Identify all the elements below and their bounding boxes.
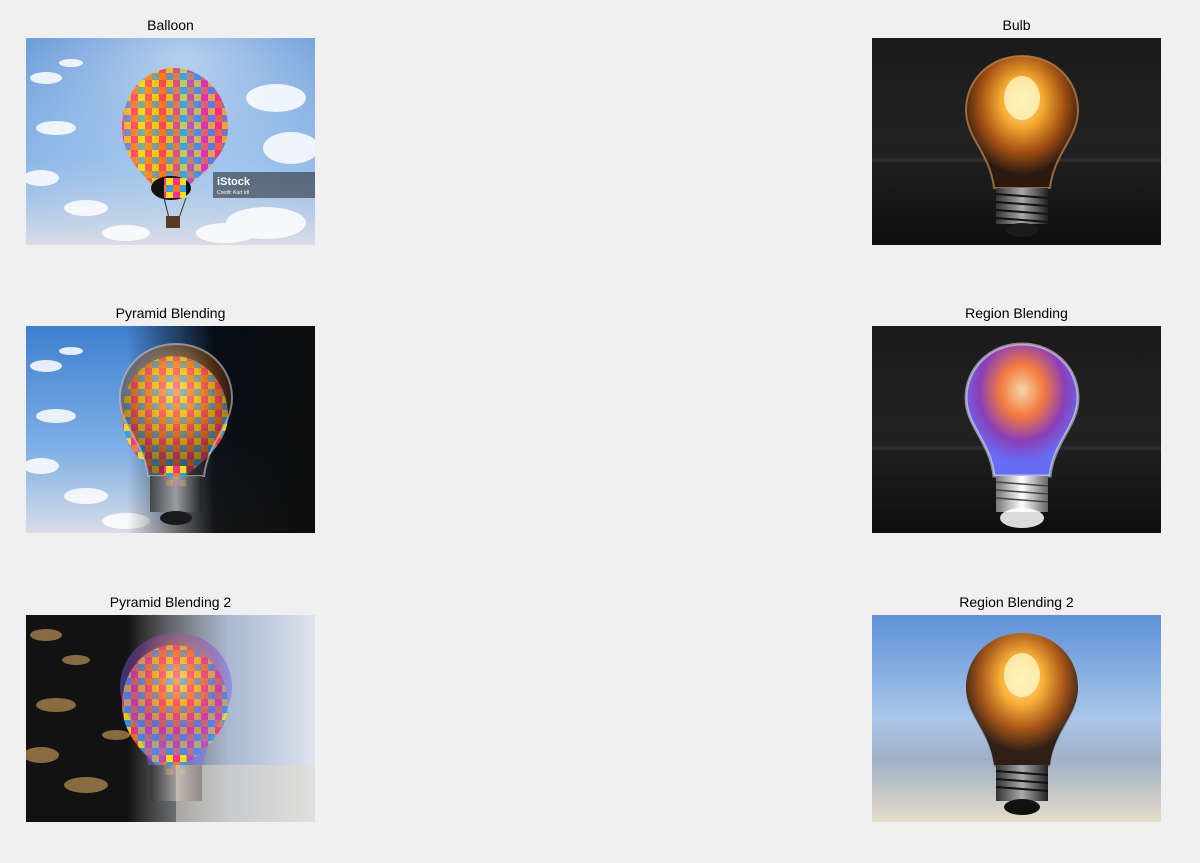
axes-region-blending-2: Region Blending 2	[872, 594, 1161, 822]
axes-pyramid-blending: Pyramid Blending	[26, 305, 315, 533]
watermark-credit: Credit: Kurt Idl	[217, 190, 249, 196]
region-blending-2-image	[872, 615, 1161, 822]
axes-pyramid-blending-2: Pyramid Blending 2	[26, 594, 315, 822]
pyramid-blending-image	[26, 326, 315, 533]
panel-title: Pyramid Blending 2	[109, 594, 232, 610]
panel-title: Region Blending	[965, 305, 1068, 321]
bulb-image	[872, 38, 1161, 245]
watermark-brand: iStock	[217, 176, 251, 188]
balloon-image: iStock Credit: Kurt Idl	[26, 38, 315, 245]
axes-region-blending: Region Blending	[872, 305, 1161, 533]
panel-title: Region Blending 2	[959, 594, 1074, 610]
panel-title: Pyramid Blending	[115, 305, 226, 321]
pyramid-blending-2-image	[26, 615, 315, 822]
figure-window: Balloon iStock Credit: Kurt Idl Bulb Pyr…	[0, 0, 1200, 863]
panel-title: Bulb	[1002, 17, 1031, 33]
panel-title: Balloon	[147, 17, 194, 33]
axes-bulb: Bulb	[872, 17, 1161, 245]
axes-balloon: Balloon iStock Credit: Kurt Idl	[26, 17, 315, 245]
region-blending-image	[872, 326, 1161, 533]
